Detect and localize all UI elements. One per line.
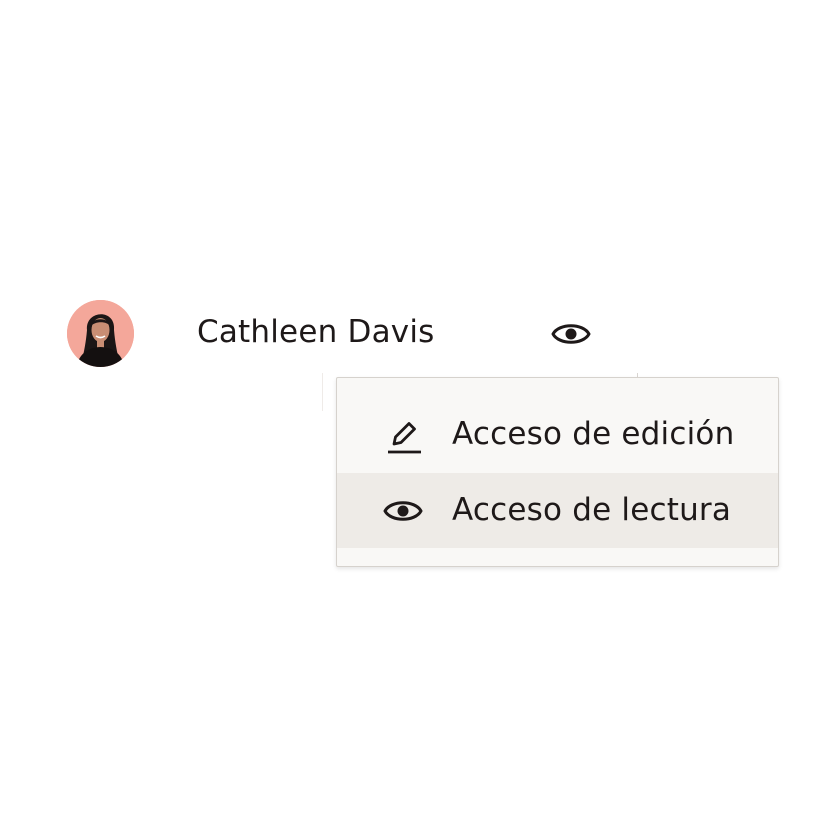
access-level-toggle[interactable] <box>550 318 592 350</box>
avatar <box>67 300 134 367</box>
eye-icon <box>551 324 591 344</box>
menu-item-read-access[interactable]: Acceso de lectura <box>337 473 778 548</box>
menu-item-label: Acceso de lectura <box>452 492 732 528</box>
user-portrait-icon <box>67 300 134 367</box>
menu-item-edit-access[interactable]: Acceso de edición <box>337 397 778 472</box>
menu-item-label: Acceso de edición <box>452 416 735 452</box>
eye-icon <box>383 491 423 531</box>
access-menu: Acceso de edición Acceso de lectura <box>336 377 779 567</box>
pencil-icon <box>383 415 423 455</box>
user-name: Cathleen Davis <box>197 314 435 350</box>
share-settings-panel: Cathleen Davis Acceso de edición Acceso … <box>0 0 828 828</box>
